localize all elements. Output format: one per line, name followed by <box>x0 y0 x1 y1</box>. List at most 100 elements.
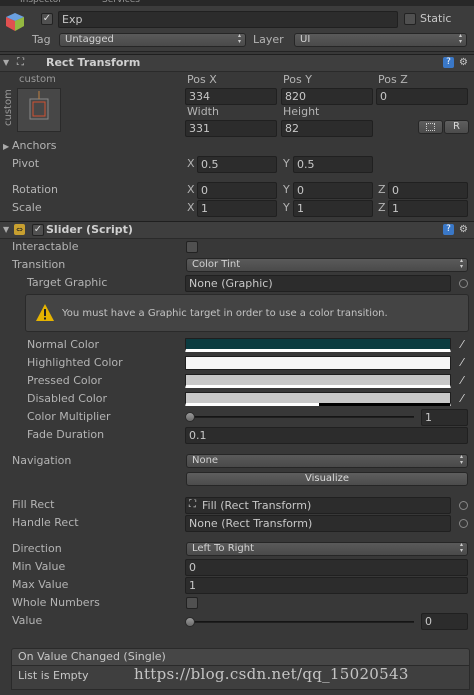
transition-label: Transition <box>12 258 66 271</box>
rotation-z-label: Z <box>378 183 386 196</box>
color-multiplier-track[interactable] <box>188 416 414 418</box>
target-graphic-picker-icon[interactable] <box>459 279 468 288</box>
raw-edit-button[interactable]: R <box>444 120 469 134</box>
blueprint-mode-button[interactable] <box>418 120 443 134</box>
fade-duration-input[interactable]: 0.1 <box>185 427 468 444</box>
color-multiplier-label: Color Multiplier <box>27 410 111 423</box>
disabled-alpha-bar <box>319 403 450 406</box>
rect-transform-title: Rect Transform <box>46 56 141 69</box>
pivot-x-input[interactable]: 0.5 <box>197 156 277 173</box>
static-checkbox[interactable] <box>404 13 416 25</box>
rotation-label: Rotation <box>12 183 59 196</box>
pos-x-input[interactable]: 334 <box>185 88 277 105</box>
pivot-y-label: Y <box>283 157 290 170</box>
whole-numbers-checkbox[interactable] <box>186 597 198 609</box>
min-value-label: Min Value <box>12 560 66 573</box>
warning-icon <box>35 303 55 323</box>
static-label: Static <box>420 12 452 25</box>
scale-x-input[interactable]: 1 <box>197 200 277 217</box>
scale-y-label: Y <box>283 201 290 214</box>
gameobject-name-input[interactable]: Exp <box>58 11 398 28</box>
fill-rect-label: Fill Rect <box>12 498 55 511</box>
anchor-preset-side-label: custom <box>3 89 14 126</box>
whole-numbers-label: Whole Numbers <box>12 596 100 609</box>
foldout-arrow-icon[interactable]: ▼ <box>3 58 9 67</box>
anchor-preset-top-label: custom <box>19 74 56 85</box>
tag-dropdown[interactable]: Untagged <box>59 33 246 47</box>
layer-label: Layer <box>253 33 284 46</box>
max-value-input[interactable]: 1 <box>185 577 468 594</box>
width-label: Width <box>187 105 219 118</box>
pressed-color-label: Pressed Color <box>27 374 102 387</box>
rotation-y-label: Y <box>283 183 290 196</box>
scale-x-label: X <box>187 201 195 214</box>
fill-rect-field[interactable]: Fill (Rect Transform) <box>185 497 451 514</box>
disabled-eyedropper-icon[interactable]: ⁄ <box>456 393 468 405</box>
highlighted-color-swatch[interactable] <box>185 356 451 370</box>
warning-text: You must have a Graphic target in order … <box>62 308 388 319</box>
max-value-label: Max Value <box>12 578 69 591</box>
pos-y-input[interactable]: 820 <box>281 88 373 105</box>
direction-dropdown[interactable]: Left To Right <box>186 542 468 556</box>
anchor-preset-button[interactable] <box>17 88 61 132</box>
direction-label: Direction <box>12 542 62 555</box>
color-multiplier-input[interactable]: 1 <box>421 409 468 426</box>
slider-help-icon[interactable]: ? <box>443 224 454 235</box>
slider-title: Slider (Script) <box>46 223 133 236</box>
pressed-eyedropper-icon[interactable]: ⁄ <box>456 375 468 387</box>
help-icon[interactable]: ? <box>443 57 454 68</box>
disabled-color-label: Disabled Color <box>27 392 108 405</box>
value-slider-thumb[interactable] <box>185 617 195 627</box>
slider-gear-icon[interactable]: ⚙ <box>458 224 469 235</box>
rect-transform-small-icon: ⛶ <box>189 499 196 510</box>
width-input[interactable]: 331 <box>185 120 277 137</box>
gameobject-cube-icon <box>4 11 26 33</box>
slider-foldout-icon[interactable]: ▼ <box>3 225 9 234</box>
handle-rect-picker-icon[interactable] <box>459 519 468 528</box>
watermark-text: https://blog.csdn.net/qq_15020543 <box>134 665 409 683</box>
visualize-button[interactable]: Visualize <box>186 472 468 486</box>
highlighted-eyedropper-icon[interactable]: ⁄ <box>456 357 468 369</box>
min-value-input[interactable]: 0 <box>185 559 468 576</box>
pivot-x-label: X <box>187 157 195 170</box>
anchors-label[interactable]: Anchors <box>12 138 57 154</box>
height-label: Height <box>283 105 320 118</box>
rotation-z-input[interactable]: 0 <box>388 182 468 199</box>
pos-z-label: Pos Z <box>378 73 408 86</box>
color-multiplier-thumb[interactable] <box>185 412 195 422</box>
target-graphic-field[interactable]: None (Graphic) <box>185 275 451 292</box>
scale-y-input[interactable]: 1 <box>293 200 373 217</box>
fill-rect-picker-icon[interactable] <box>459 501 468 510</box>
normal-color-label: Normal Color <box>27 338 100 351</box>
rotation-x-input[interactable]: 0 <box>197 182 277 199</box>
handle-rect-label: Handle Rect <box>12 516 79 529</box>
normal-eyedropper-icon[interactable]: ⁄ <box>456 339 468 351</box>
navigation-dropdown[interactable]: None <box>186 454 468 468</box>
slider-enabled-checkbox[interactable]: ✓ <box>32 224 44 236</box>
pressed-color-swatch[interactable] <box>185 374 451 388</box>
normal-color-swatch[interactable] <box>185 338 451 352</box>
event-list-empty-label: List is Empty <box>18 669 89 682</box>
highlighted-color-label: Highlighted Color <box>27 356 123 369</box>
height-input[interactable]: 82 <box>281 120 373 137</box>
active-checkbox[interactable]: ✓ <box>41 13 53 25</box>
gear-icon[interactable]: ⚙ <box>458 57 469 68</box>
interactable-label: Interactable <box>12 240 79 253</box>
rotation-y-input[interactable]: 0 <box>293 182 373 199</box>
on-value-changed-title: On Value Changed (Single) <box>18 650 166 663</box>
anchors-foldout-icon[interactable]: ▶ <box>3 142 9 151</box>
pos-x-label: Pos X <box>187 73 217 86</box>
value-label: Value <box>12 614 43 627</box>
scale-z-input[interactable]: 1 <box>388 200 468 217</box>
interactable-checkbox[interactable] <box>186 241 198 253</box>
handle-rect-field[interactable]: None (Rect Transform) <box>185 515 451 532</box>
value-slider-track[interactable] <box>188 621 414 623</box>
transition-dropdown[interactable]: Color Tint <box>186 258 468 272</box>
value-input[interactable]: 0 <box>421 613 468 630</box>
layer-dropdown[interactable]: UI <box>294 33 467 47</box>
anchor-preset-icon <box>29 91 49 120</box>
tag-label: Tag <box>32 33 51 46</box>
navigation-label: Navigation <box>12 454 72 467</box>
pos-z-input[interactable]: 0 <box>376 88 468 105</box>
pivot-y-input[interactable]: 0.5 <box>293 156 373 173</box>
